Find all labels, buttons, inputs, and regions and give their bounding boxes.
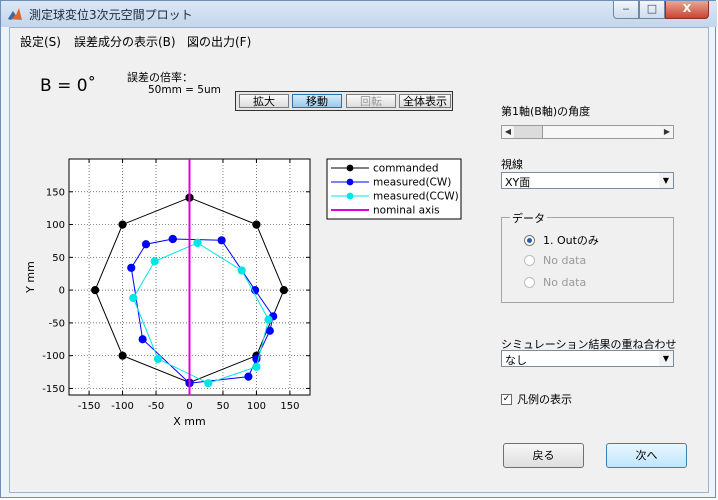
data-point <box>141 240 151 249</box>
legend-marker <box>346 192 354 200</box>
y-tick-label: -150 <box>42 384 65 395</box>
data-point <box>237 266 246 275</box>
x-tick-label: 150 <box>280 401 299 412</box>
data-groupbox: データ 1. Outのみ No data No data <box>501 210 674 303</box>
checkbox-check-icon[interactable]: ✓ <box>501 393 512 405</box>
data-point <box>279 286 288 295</box>
data-point <box>118 220 127 229</box>
radio-icon <box>524 255 535 266</box>
chevron-down-icon: ▼ <box>659 351 673 366</box>
data-radio-2-label: No data <box>543 254 587 267</box>
slider-left-arrow-icon[interactable]: ◀ <box>502 126 514 138</box>
slider-right-arrow-icon[interactable]: ▶ <box>661 126 673 138</box>
data-radio-3-label: No data <box>543 276 587 289</box>
data-point <box>168 234 177 244</box>
data-point <box>153 354 163 364</box>
x-tick-label: -50 <box>148 401 164 412</box>
client-area: 設定(S) 誤差成分の表示(B) 図の出力(F) B = 0˚ 誤差の倍率： 5… <box>9 27 709 493</box>
data-point <box>252 220 261 229</box>
x-tick-label: 50 <box>217 401 230 412</box>
view-label: 視線 <box>501 158 523 171</box>
minimize-button[interactable]: ‒ <box>613 1 639 19</box>
data-point <box>150 257 159 266</box>
data-radio-2: No data <box>524 254 586 267</box>
data-point <box>244 372 253 381</box>
y-tick-label: 150 <box>46 187 65 198</box>
close-icon: X <box>682 2 692 15</box>
x-axis-label: X mm <box>173 415 205 428</box>
legend-marker <box>346 164 354 172</box>
axis1-angle-slider[interactable]: ◀ ▶ <box>501 125 674 139</box>
y-tick-label: 50 <box>52 253 65 264</box>
axis1-angle-label: 第1軸(B軸)の角度 <box>501 105 591 118</box>
data-groupbox-title: データ <box>510 210 547 226</box>
data-radio-3: No data <box>524 276 586 289</box>
data-point <box>204 379 213 388</box>
simulation-select[interactable]: なし ▼ <box>501 350 674 367</box>
y-axis-label: Y mm <box>24 261 37 294</box>
legend-label: commanded <box>373 163 439 175</box>
maximize-button[interactable]: □ <box>639 1 665 19</box>
y-tick-label: -50 <box>49 318 65 329</box>
legend-marker <box>346 178 354 186</box>
data-radio-1[interactable]: 1. Outのみ <box>524 232 599 248</box>
simulation-select-value: なし <box>505 354 527 367</box>
y-tick-label: 0 <box>59 286 65 297</box>
data-point <box>252 362 261 371</box>
chevron-down-icon: ▼ <box>659 173 673 188</box>
data-point <box>217 236 226 245</box>
back-button[interactable]: 戻る <box>503 443 584 468</box>
data-point <box>118 351 127 360</box>
data-point <box>127 263 136 272</box>
data-point <box>138 335 147 344</box>
slider-thumb[interactable] <box>542 126 663 138</box>
data-point <box>193 238 202 248</box>
title-bar: 測定球変位3次元空間プロット ‒ □ X <box>1 1 717 27</box>
matlab-logo-icon <box>8 8 22 20</box>
legend-toggle[interactable]: ✓ 凡例の表示 <box>501 391 572 407</box>
x-tick-label: -150 <box>78 401 101 412</box>
view-select[interactable]: XY面 ▼ <box>501 172 674 189</box>
data-point <box>264 315 273 324</box>
displacement-plot[interactable]: -150 -100 -50 0 50 100 150 -150 -100 -50 0 50 100 150… <box>10 28 500 448</box>
legend-toggle-label: 凡例の表示 <box>517 393 572 406</box>
legend-label: measured(CCW) <box>373 191 459 203</box>
radio-icon[interactable] <box>524 234 535 246</box>
data-point <box>265 326 274 335</box>
maximize-icon: □ <box>646 2 658 15</box>
window-title: 測定球変位3次元空間プロット <box>29 8 193 22</box>
close-button[interactable]: X <box>665 1 709 19</box>
x-tick-label: 100 <box>247 401 266 412</box>
y-tick-label: -100 <box>42 351 65 362</box>
legend-label: nominal axis <box>373 205 440 217</box>
next-button[interactable]: 次へ <box>606 443 687 468</box>
legend-label: measured(CW) <box>373 177 451 189</box>
data-point <box>91 286 100 295</box>
view-select-value: XY面 <box>505 176 531 189</box>
radio-icon <box>524 277 535 288</box>
x-tick-label: 0 <box>186 401 192 412</box>
app-window: 測定球変位3次元空間プロット ‒ □ X 設定(S) 誤差成分の表示(B) 図の… <box>0 0 717 498</box>
data-point <box>129 293 138 303</box>
y-tick-label: 100 <box>46 220 65 231</box>
minimize-icon: ‒ <box>622 2 630 15</box>
x-tick-label: -100 <box>111 401 134 412</box>
data-radio-1-label: 1. Outのみ <box>543 234 599 247</box>
